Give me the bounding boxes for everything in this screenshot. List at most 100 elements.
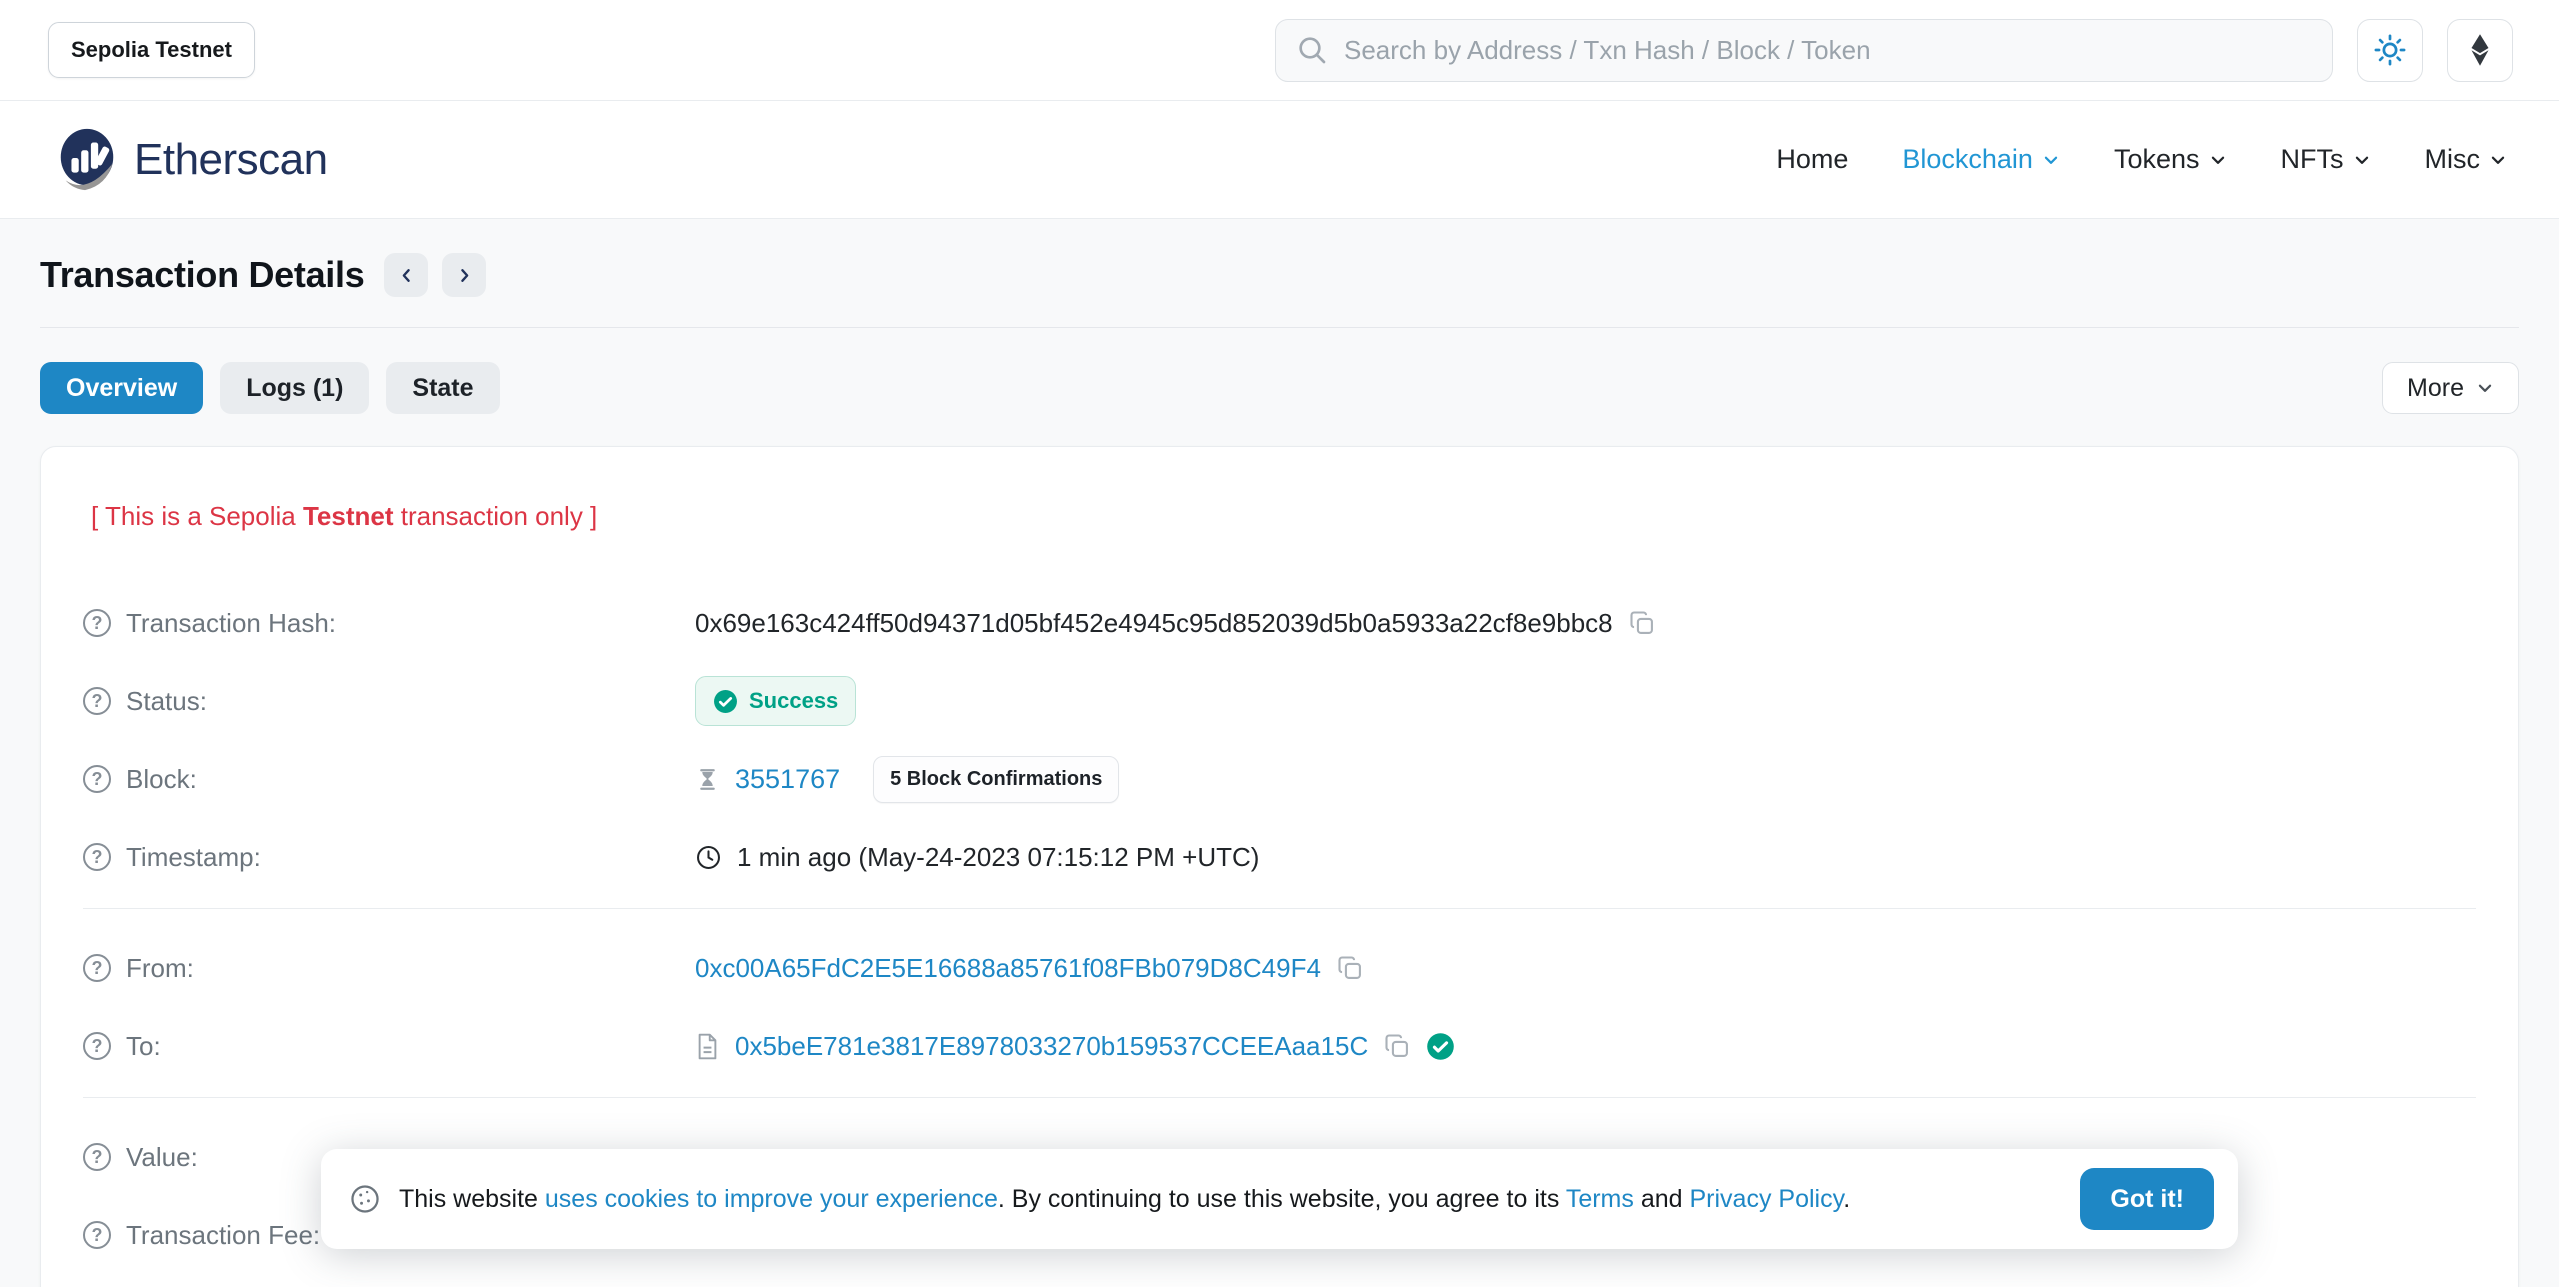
label-text: Transaction Hash:: [126, 608, 336, 639]
clock-icon: [695, 844, 722, 871]
chevron-down-icon: [2353, 151, 2371, 169]
notice-bold: Testnet: [303, 501, 394, 531]
nav-items: Home Blockchain Tokens NFTs: [1776, 144, 2507, 175]
help-icon[interactable]: ?: [83, 954, 111, 982]
chevron-down-icon: [2042, 151, 2060, 169]
from-address-link[interactable]: 0xc00A65FdC2E5E16688a85761f08FBb079D8C49…: [695, 953, 1321, 984]
next-transaction-button[interactable]: [442, 253, 486, 297]
terms-link[interactable]: Terms: [1566, 1185, 1634, 1213]
nav-item-misc[interactable]: Misc: [2425, 144, 2508, 175]
sun-icon: [2372, 32, 2408, 68]
cookie-text-part: . By continuing to use this website, you…: [998, 1185, 1566, 1213]
status-text: Success: [749, 688, 838, 714]
row-timestamp: ? Timestamp: 1 min ago (May-24-2023 07:1…: [83, 830, 2476, 884]
nav-bar: Etherscan Home Blockchain Tokens NFTs: [0, 101, 2559, 219]
row-block: ? Block: 3551767 5 Block Confirmations: [83, 752, 2476, 806]
chevron-down-icon: [2476, 379, 2494, 397]
row-value: 1 min ago (May-24-2023 07:15:12 PM +UTC): [695, 842, 1259, 873]
row-value: 0xc00A65FdC2E5E16688a85761f08FBb079D8C49…: [695, 953, 1364, 984]
more-dropdown-button[interactable]: More: [2382, 362, 2519, 414]
row-value: 0x5beE781e3817E8978033270b159537CCEEAaa1…: [695, 1031, 1455, 1062]
search-bar[interactable]: [1275, 19, 2333, 82]
top-bar: Sepolia Testnet: [0, 0, 2559, 101]
hourglass-icon: [695, 767, 720, 792]
notice-text: [ This is a Sepolia: [91, 501, 303, 531]
title-row: Transaction Details: [40, 253, 2519, 297]
copy-button[interactable]: [1628, 609, 1656, 637]
copy-icon: [1336, 954, 1364, 982]
row-label: ? Status:: [83, 686, 695, 717]
row-from: ? From: 0xc00A65FdC2E5E16688a85761f08FBb…: [83, 941, 2476, 995]
etherscan-logo-mark-icon: [52, 125, 122, 195]
topbar-right: [1275, 19, 2513, 82]
row-label: ? From:: [83, 953, 695, 984]
notice-text: transaction only ]: [394, 501, 598, 531]
label-text: To:: [126, 1031, 161, 1062]
help-icon[interactable]: ?: [83, 609, 111, 637]
page-title: Transaction Details: [40, 254, 364, 296]
row-label: ? Block:: [83, 764, 695, 795]
label-text: Timestamp:: [126, 842, 261, 873]
previous-transaction-button[interactable]: [384, 253, 428, 297]
block-number-link[interactable]: 3551767: [735, 764, 840, 795]
status-badge: Success: [695, 676, 856, 726]
got-it-button[interactable]: Got it!: [2080, 1168, 2214, 1230]
theme-toggle-button[interactable]: [2357, 19, 2423, 82]
network-badge[interactable]: Sepolia Testnet: [48, 22, 255, 78]
help-icon[interactable]: ?: [83, 765, 111, 793]
nav-item-home[interactable]: Home: [1776, 144, 1848, 175]
nav-label: Home: [1776, 144, 1848, 175]
block-confirmations-badge: 5 Block Confirmations: [873, 756, 1119, 803]
ethereum-icon: [2465, 33, 2495, 67]
copy-icon: [1383, 1032, 1411, 1060]
cookies-info-link[interactable]: uses cookies to improve your experience: [545, 1185, 998, 1213]
transaction-hash-value: 0x69e163c424ff50d94371d05bf452e4945c95d8…: [695, 608, 1613, 639]
label-text: From:: [126, 953, 194, 984]
cookie-text-part: and: [1634, 1185, 1690, 1213]
help-icon[interactable]: ?: [83, 1143, 111, 1171]
tab-overview[interactable]: Overview: [40, 362, 203, 414]
network-menu-button[interactable]: [2447, 19, 2513, 82]
page: Sepolia Testnet: [0, 0, 2559, 1287]
row-value: 3551767 5 Block Confirmations: [695, 756, 1119, 803]
brand-name: Etherscan: [134, 135, 328, 185]
row-label: ? Transaction Hash:: [83, 608, 695, 639]
search-icon: [1296, 34, 1328, 66]
nav-label: Blockchain: [1902, 144, 2033, 175]
label-text: Block:: [126, 764, 197, 795]
privacy-policy-link[interactable]: Privacy Policy: [1690, 1185, 1844, 1213]
nav-item-nfts[interactable]: NFTs: [2281, 144, 2371, 175]
copy-button[interactable]: [1383, 1032, 1411, 1060]
chevron-down-icon: [2489, 151, 2507, 169]
to-address-link[interactable]: 0x5beE781e3817E8978033270b159537CCEEAaa1…: [735, 1031, 1368, 1062]
nav-item-tokens[interactable]: Tokens: [2114, 144, 2227, 175]
cookie-text-part: .: [1843, 1185, 1850, 1213]
contract-document-icon: [695, 1033, 720, 1060]
nav-item-blockchain[interactable]: Blockchain: [1902, 144, 2060, 175]
chevron-right-icon: [456, 267, 473, 284]
help-icon[interactable]: ?: [83, 843, 111, 871]
etherscan-logo[interactable]: Etherscan: [52, 125, 328, 195]
nav-label: NFTs: [2281, 144, 2344, 175]
cookie-text-part: This website: [399, 1185, 545, 1213]
row-transaction-hash: ? Transaction Hash: 0x69e163c424ff50d943…: [83, 596, 2476, 650]
more-label: More: [2407, 374, 2464, 403]
copy-icon: [1628, 609, 1656, 637]
label-text: Status:: [126, 686, 207, 717]
label-text: Transaction Fee:: [126, 1220, 320, 1251]
main-content: Transaction Details Overview Logs (1) St…: [0, 219, 2559, 1287]
help-icon[interactable]: ?: [83, 1032, 111, 1060]
row-value: 0x69e163c424ff50d94371d05bf452e4945c95d8…: [695, 608, 1656, 639]
chevron-down-icon: [2209, 151, 2227, 169]
copy-button[interactable]: [1336, 954, 1364, 982]
help-icon[interactable]: ?: [83, 687, 111, 715]
help-icon[interactable]: ?: [83, 1221, 111, 1249]
nav-label: Tokens: [2114, 144, 2200, 175]
label-text: Value:: [126, 1142, 198, 1173]
chevron-left-icon: [398, 267, 415, 284]
tab-state[interactable]: State: [386, 362, 499, 414]
search-input[interactable]: [1344, 35, 2312, 66]
nav-label: Misc: [2425, 144, 2481, 175]
testnet-notice: [ This is a Sepolia Testnet transaction …: [91, 501, 2476, 532]
tab-logs[interactable]: Logs (1): [220, 362, 369, 414]
